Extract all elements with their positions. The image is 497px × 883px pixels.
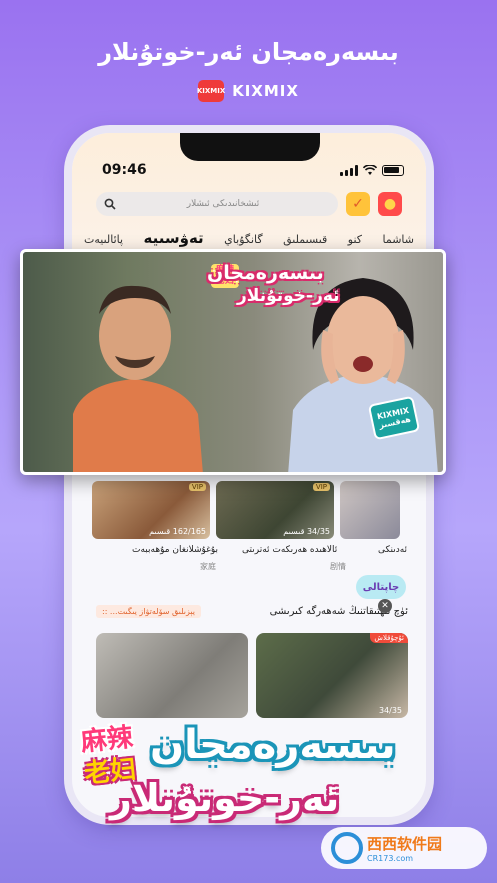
drama-card-soldiers[interactable]: ئۇچۇقلاش 34/35 — [256, 633, 408, 718]
drama-genre: 家庭 — [200, 562, 216, 571]
section-tag[interactable]: يېزىلىق سۆلەتۋاز يىگىت... :: — [96, 604, 201, 618]
tab-series[interactable]: قىسىملىق — [283, 233, 327, 246]
vip-badge: VIP — [312, 483, 330, 491]
tab-shashma[interactable]: شاشما — [382, 233, 414, 246]
phone-notch — [180, 133, 320, 161]
banner-title-line1: بىسەرەمجان — [207, 262, 324, 284]
phone-mockup: 09:46 ئىشخانىدىكى ئىشلار ✓ ● شاشما كنو ق… — [64, 125, 434, 825]
tab-kino[interactable]: كنو — [348, 233, 362, 246]
brand-logo: KIXMIX — [197, 80, 225, 102]
drama-card-romance[interactable] — [340, 481, 400, 539]
brand: KIXMIX KIXMIX — [0, 80, 497, 102]
site-watermark: 西西软件园 CR173.com — [321, 827, 487, 869]
watermark-url: CR173.com — [367, 854, 414, 863]
watermark-logo-icon — [331, 832, 363, 864]
watermark-text: 西西软件园 — [367, 835, 443, 853]
gift-icon[interactable]: ● — [378, 192, 402, 216]
category-tabs: شاشما كنو قىسىملىق گانگۇباي تەۋسىيە پائا… — [84, 229, 414, 247]
drama-card-wedding[interactable]: VIP 162/165 قىسىم — [92, 481, 210, 539]
status-time: 09:46 — [102, 162, 147, 178]
search-input[interactable]: ئىشخانىدىكى ئىشلار — [96, 192, 338, 216]
status-bar: 09:46 — [102, 161, 404, 179]
drama-genre: 剧情 — [330, 562, 346, 571]
drama-title: ئالاھىدە ھەرىكەت ئەترىتى — [242, 545, 338, 555]
drama-title: ئەدىنكى — [378, 545, 408, 555]
tab-gangubay[interactable]: گانگۇباي — [224, 233, 262, 246]
status-icons — [340, 164, 404, 176]
bottom-title-line2: ئەر-خوتۇنلار — [110, 776, 340, 820]
episode-count: 34/35 قىسىم — [283, 527, 330, 536]
calendar-icon[interactable]: ✓ — [346, 192, 370, 216]
floating-promo-button[interactable]: چاپتالى — [356, 575, 406, 599]
episode-count: 162/165 قىسىم — [149, 527, 206, 536]
bottom-title-line1: بىسەرەمجان — [150, 722, 396, 768]
lower-drama-row: ئۇچۇقلاش 34/35 — [96, 633, 408, 718]
battery-icon — [382, 164, 404, 176]
drama-card-military[interactable]: VIP 34/35 قىسىم — [216, 481, 334, 539]
episode-count: 34/35 — [378, 706, 402, 715]
promo-title: بىسەرەمجان ئەر-خوتۇنلار — [98, 38, 399, 66]
close-icon[interactable]: ✕ — [378, 599, 392, 613]
section-header: يېزىلىق سۆلەتۋاز يىگىت... :: ئۈچ ئىھتىقا… — [96, 603, 408, 619]
tab-recommended[interactable]: تەۋسىيە — [144, 229, 204, 247]
wifi-icon — [363, 164, 377, 175]
drama-title: بۇغۇشلانغان مۇھەببەت — [132, 545, 219, 555]
tab-activities[interactable]: پائالىيەت — [84, 233, 123, 246]
actor-image — [73, 285, 203, 472]
drama-card-street[interactable] — [96, 633, 248, 718]
search-icon — [104, 198, 116, 210]
featured-drama-banner[interactable]: 麻辣老妇 بىسەرەمجان ئەر-خوتۇنلار KIXMIX ھەقس… — [20, 249, 446, 475]
vip-badge: VIP — [188, 483, 206, 491]
watermark-text-group: 西西软件园 CR173.com — [367, 833, 442, 863]
search-placeholder: ئىشخانىدىكى ئىشلار — [186, 199, 260, 209]
brand-name: KIXMIX — [232, 82, 299, 100]
search-row: ئىشخانىدىكى ئىشلار ✓ ● — [96, 191, 402, 217]
banner-title-line2: ئەر-خوتۇنلار — [237, 286, 340, 306]
signal-icon — [340, 164, 358, 176]
update-tag: ئۇچۇقلاش — [370, 633, 408, 643]
